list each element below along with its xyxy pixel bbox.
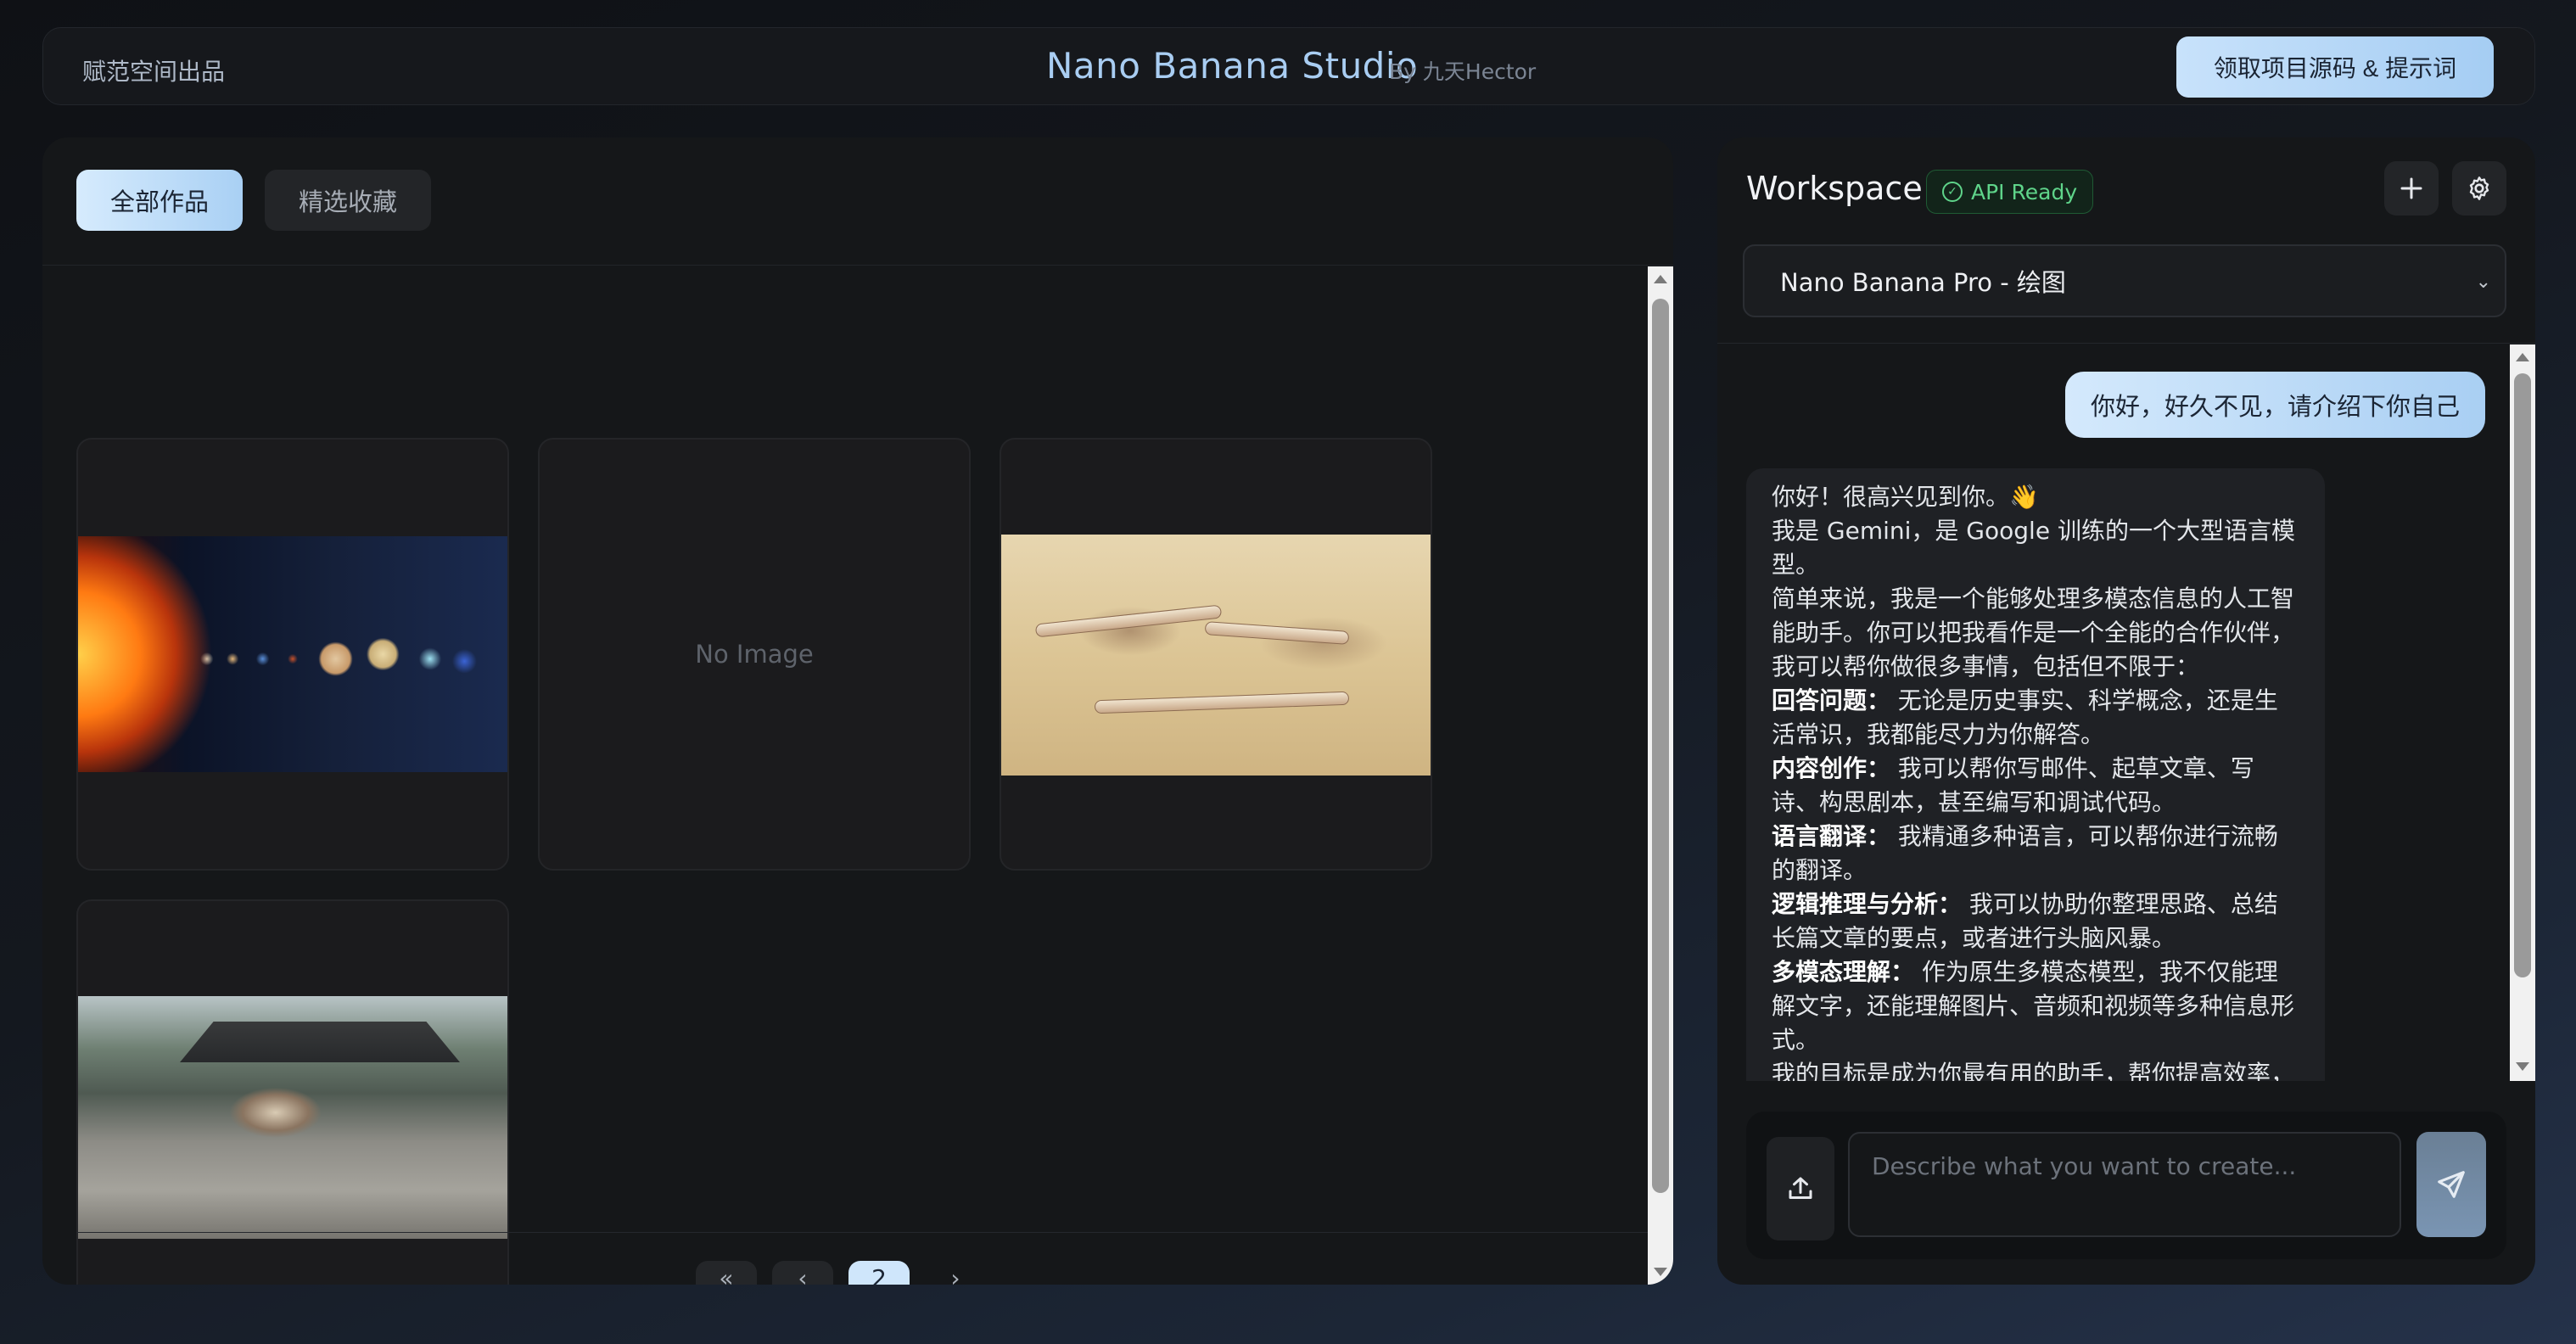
assistant-line: 简单来说，我是一个能够处理多模态信息的人工智能助手。你可以把我看作是一个全能的合… [1772, 585, 2295, 680]
no-image-placeholder: No Image [695, 640, 814, 669]
upload-icon [1789, 1177, 1812, 1199]
workspace-title: Workspace [1746, 170, 1923, 207]
gallery-card-empty[interactable]: No Image [538, 438, 971, 871]
tab-favorites[interactable]: 精选收藏 [265, 170, 432, 231]
composer [1746, 1112, 2506, 1259]
get-source-button[interactable]: 领取项目源码 & 提示词 [2176, 36, 2494, 98]
assistant-message: 你好！很高兴见到你。👋 我是 Gemini，是 Google 训练的一个大型语言… [1746, 468, 2325, 1081]
prompt-input[interactable] [1848, 1132, 2401, 1237]
send-icon [2438, 1171, 2465, 1198]
chevron-down-icon: ⌄ [2475, 272, 2491, 293]
bone-shape [1094, 691, 1350, 714]
settings-button[interactable] [2452, 161, 2506, 216]
tab-all-works[interactable]: 全部作品 [76, 170, 244, 231]
check-circle-icon: ✓ [1942, 182, 1963, 202]
bone-shape [1204, 621, 1350, 645]
model-select-value: Nano Banana Pro - 绘图 [1780, 268, 2066, 297]
app-title: Nano Banana Studio [1046, 45, 1419, 87]
temple-roof-shape [180, 1022, 460, 1062]
divider [76, 1232, 1656, 1233]
scroll-up-icon[interactable] [2516, 353, 2529, 361]
assistant-line: 逻辑推理与分析： 我可以协助你整理思路、总结长篇文章的要点，或者进行头脑风暴。 [1772, 890, 2278, 952]
solar-system-image [78, 536, 507, 772]
api-status-badge: ✓ API Ready [1926, 170, 2094, 214]
anatomy-sketch-image [1001, 535, 1431, 776]
workspace-panel: Workspace ✓ API Ready Nano Banana Pro - … [1717, 137, 2535, 1285]
page-first-button[interactable]: « [696, 1261, 757, 1285]
assistant-line: 你好！很高兴见到你。👋 [1772, 483, 2039, 511]
gallery-tabs: 全部作品 精选收藏 [76, 170, 432, 231]
new-chat-button[interactable] [2384, 161, 2439, 216]
assistant-line: 回答问题： 无论是历史事实、科学概念，还是生活常识，我都能尽力为你解答。 [1772, 686, 2278, 748]
brand-label: 赋范空间出品 [82, 58, 226, 86]
divider [1717, 343, 2535, 344]
assistant-line: 多模态理解： 作为原生多模态模型，我不仅能理解文字，还能理解图片、音频和视频等多… [1772, 958, 2295, 1054]
gallery-card-solar-system[interactable] [76, 438, 509, 871]
assistant-line: 我是 Gemini，是 Google 训练的一个大型语言模型。 [1772, 517, 2295, 579]
divider [42, 265, 1673, 266]
api-status-label: API Ready [1971, 179, 2078, 204]
gallery-scroll-thumb[interactable] [1652, 299, 1669, 1193]
scroll-down-icon[interactable] [2516, 1062, 2529, 1071]
top-header: 赋范空间出品 Nano Banana Studio By 九天Hector 领取… [42, 27, 2535, 105]
assistant-line: 内容创作： 我可以帮你写邮件、起草文章、写诗、构思剧本，甚至编写和调试代码。 [1772, 754, 2254, 816]
user-message: 你好，好久不见，请介绍下你自己 [2065, 372, 2486, 438]
chat-scroll-thumb[interactable] [2514, 373, 2531, 977]
page-next-button[interactable]: › [925, 1261, 986, 1285]
scroll-down-icon[interactable] [1654, 1268, 1667, 1276]
app-author: By 九天Hector [1389, 59, 1537, 84]
send-button[interactable] [2416, 1132, 2486, 1237]
model-select[interactable]: Nano Banana Pro - 绘图 ⌄ [1743, 244, 2506, 317]
scroll-up-icon[interactable] [1654, 275, 1667, 283]
cat-temple-image [78, 996, 507, 1239]
assistant-line: 我的目标是成为你最有用的助手，帮你提高效率， [1772, 1060, 2295, 1081]
chat-log: 你好，好久不见，请介绍下你自己 你好！很高兴见到你。👋 我是 Gemini，是 … [1717, 344, 2510, 1081]
page-prev-button[interactable]: ‹ [772, 1261, 833, 1285]
gallery-card-anatomy[interactable] [1000, 438, 1432, 871]
gallery-panel: 全部作品 精选收藏 No Image « ‹ 2 › [42, 137, 1673, 1285]
gallery-card-cat-temple[interactable] [76, 899, 509, 1285]
plus-icon [2400, 177, 2422, 199]
assistant-line: 语言翻译： 我精通多种语言，可以帮你进行流畅的翻译。 [1772, 822, 2278, 884]
page-current-button[interactable]: 2 [848, 1261, 910, 1285]
bone-shape [1034, 604, 1223, 638]
gear-icon [2469, 176, 2489, 200]
upload-button[interactable] [1767, 1137, 1834, 1240]
image-grid: No Image [42, 266, 1646, 1285]
